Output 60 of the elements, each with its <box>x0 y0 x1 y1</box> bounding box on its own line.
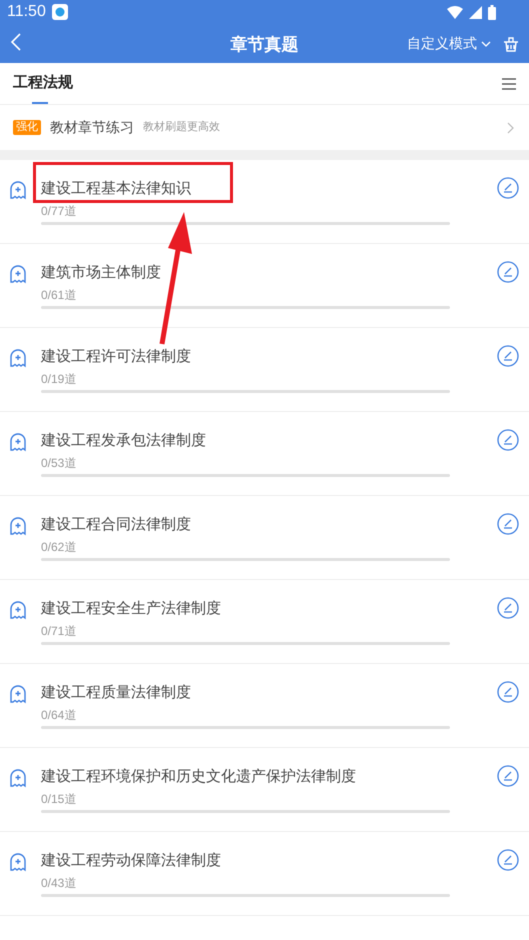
chapter-row[interactable]: 建设工程合同法律制度 0/62道 <box>0 496 529 580</box>
edit-icon[interactable] <box>497 177 519 199</box>
chapter-title: 建设工程安全生产法律制度 <box>41 599 222 619</box>
chapter-row[interactable]: 建设工程安全生产法律制度 0/71道 <box>0 580 529 664</box>
tab-indicator <box>32 102 48 104</box>
edit-icon[interactable] <box>497 597 519 619</box>
edit-icon[interactable] <box>497 849 519 871</box>
back-icon[interactable] <box>10 33 22 51</box>
chapter-title: 建设工程许可法律制度 <box>41 347 192 367</box>
chapter-title: 建设工程基本法律知识 <box>41 179 192 199</box>
menu-icon[interactable] <box>502 78 516 90</box>
chapter-row[interactable]: 建设工程环境保护和历史文化遗产保护法律制度 0/15道 <box>0 748 529 832</box>
ghost-plus-icon <box>9 600 27 620</box>
chapter-title: 建设工程质量法律制度 <box>41 683 192 703</box>
ghost-plus-icon <box>9 516 27 536</box>
question-count: 0/53道 <box>41 455 78 472</box>
chapter-title: 建筑市场主体制度 <box>41 263 162 283</box>
wifi-icon <box>447 6 463 18</box>
promo-badge: 强化 <box>13 120 41 135</box>
chapter-row[interactable]: 建设工程质量法律制度 0/64道 <box>0 664 529 748</box>
edit-icon[interactable] <box>497 261 519 283</box>
chapter-title: 建设工程发承包法律制度 <box>41 431 207 451</box>
promo-subtitle: 教材刷题更高效 <box>143 120 220 136</box>
ghost-plus-icon <box>9 180 27 200</box>
chapter-row[interactable]: 建设工程劳动保障法律制度 0/43道 <box>0 832 529 916</box>
question-count: 0/71道 <box>41 623 78 640</box>
question-count: 0/15道 <box>41 791 78 808</box>
chapter-title: 建设工程环境保护和历史文化遗产保护法律制度 <box>41 767 357 787</box>
question-count: 0/64道 <box>41 707 78 724</box>
battery-icon <box>488 4 496 20</box>
edit-icon[interactable] <box>497 765 519 787</box>
ghost-plus-icon <box>9 852 27 872</box>
ghost-plus-icon <box>9 264 27 284</box>
question-count: 0/61道 <box>41 287 78 304</box>
ghost-plus-icon <box>9 348 27 368</box>
chapter-row[interactable]: 建设工程发承包法律制度 0/53道 <box>0 412 529 496</box>
question-count: 0/62道 <box>41 539 78 556</box>
signal-icon <box>469 6 482 18</box>
basket-icon[interactable] <box>503 36 519 52</box>
question-count: 0/77道 <box>41 203 78 220</box>
ghost-plus-icon <box>9 684 27 704</box>
promo-title[interactable]: 教材章节练习 <box>50 117 134 138</box>
chapter-title: 建设工程合同法律制度 <box>41 515 192 535</box>
edit-icon[interactable] <box>497 513 519 535</box>
app-notification-icon <box>52 4 68 20</box>
chapter-title: 建设工程劳动保障法律制度 <box>41 851 222 871</box>
chevron-down-icon <box>481 40 491 46</box>
chapter-row[interactable]: 建筑市场主体制度 0/61道 <box>0 244 529 328</box>
question-count: 0/43道 <box>41 875 78 892</box>
edit-icon[interactable] <box>497 429 519 451</box>
chapter-row[interactable]: 建设工程许可法律制度 0/19道 <box>0 328 529 412</box>
subject-tab[interactable]: 工程法规 <box>13 63 73 104</box>
question-count: 0/19道 <box>41 371 78 388</box>
status-time: 11:50 <box>7 2 46 22</box>
mode-dropdown[interactable]: 自定义模式 <box>407 33 491 54</box>
edit-icon[interactable] <box>497 345 519 367</box>
edit-icon[interactable] <box>497 681 519 703</box>
ghost-plus-icon <box>9 768 27 788</box>
page-title: 章节真题 <box>230 34 298 56</box>
ghost-plus-icon <box>9 432 27 452</box>
